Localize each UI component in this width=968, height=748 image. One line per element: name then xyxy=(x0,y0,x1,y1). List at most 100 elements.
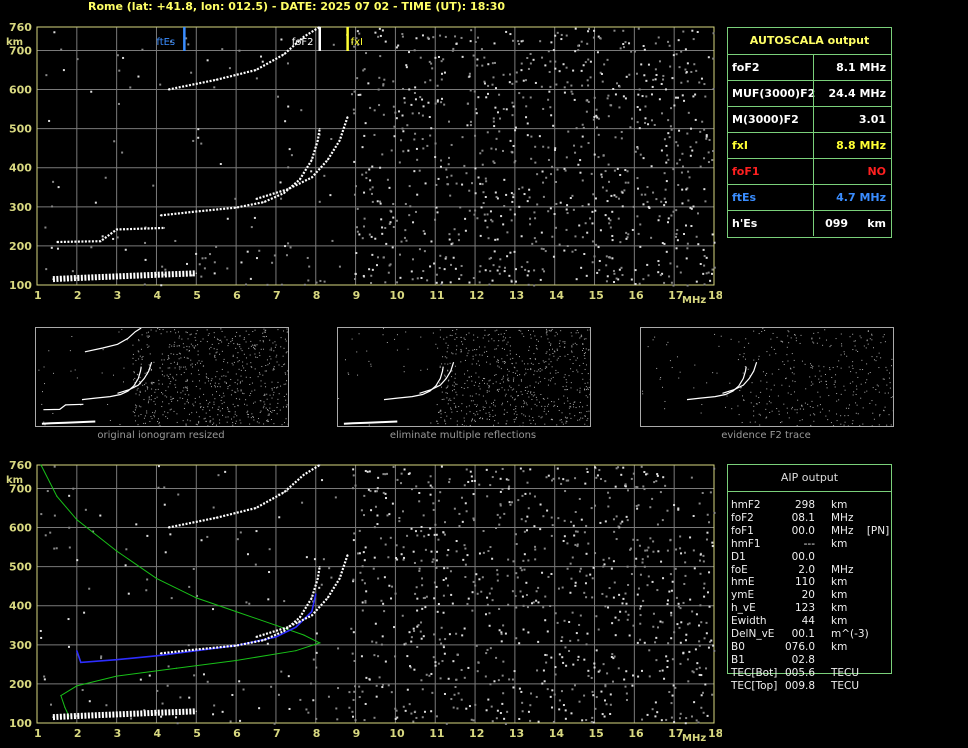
noise-dot xyxy=(478,281,481,284)
y-tick-label: 400 xyxy=(9,600,32,613)
aip-param-name: ymE xyxy=(731,589,755,602)
thumb-noise xyxy=(237,352,239,354)
thumb-noise xyxy=(486,391,488,393)
noise-dot xyxy=(645,473,648,476)
aip-param-unit: km xyxy=(831,589,848,602)
thumb-noise xyxy=(474,349,476,351)
thumb-noise xyxy=(168,377,170,379)
thumb-noise xyxy=(530,422,532,424)
autoscala-label: ftEs xyxy=(732,191,757,204)
noise-dot xyxy=(472,719,475,722)
noise-dot xyxy=(254,563,257,566)
noise-dot xyxy=(474,167,477,170)
thumb-noise xyxy=(451,390,453,392)
thumb-noise xyxy=(513,421,515,423)
thumb-noise xyxy=(504,348,506,350)
noise-dot xyxy=(612,596,615,599)
thumb-noise xyxy=(347,372,349,374)
noise-dot xyxy=(179,696,182,699)
thumb-noise xyxy=(574,342,576,344)
noise-dot xyxy=(574,151,577,154)
noise-dot xyxy=(644,105,647,108)
noise-dot xyxy=(615,467,618,470)
thumb-noise xyxy=(274,409,276,411)
noise-dot xyxy=(381,29,384,32)
noise-dot xyxy=(426,36,429,39)
noise-dot xyxy=(614,93,617,96)
noise-dot xyxy=(600,173,603,176)
thumb-noise xyxy=(468,405,470,407)
noise-dot xyxy=(464,575,467,578)
noise-dot xyxy=(433,533,436,536)
thumb-noise xyxy=(219,353,221,355)
thumb-noise xyxy=(192,380,194,382)
thumb-noise xyxy=(818,378,820,380)
noise-dot xyxy=(619,173,622,176)
thumb-noise xyxy=(811,337,813,339)
thumb-noise xyxy=(819,381,821,383)
noise-dot xyxy=(402,705,405,708)
thumb-noise xyxy=(465,334,467,336)
data-point xyxy=(195,210,197,213)
noise-dot xyxy=(675,247,678,250)
noise-dot xyxy=(382,602,385,605)
noise-dot xyxy=(574,543,577,546)
noise-dot xyxy=(501,488,504,491)
aip-param-name: D1 xyxy=(731,550,746,563)
noise-dot xyxy=(496,513,499,516)
noise-dot xyxy=(595,649,598,652)
thumb-noise xyxy=(173,344,175,346)
noise-dot xyxy=(530,692,533,695)
noise-dot xyxy=(690,70,693,73)
thumb-noise xyxy=(74,369,76,371)
thumb-noise xyxy=(495,381,497,383)
thumb-noise xyxy=(471,380,473,382)
noise-dot xyxy=(706,714,709,717)
noise-dot xyxy=(688,650,691,653)
noise-dot xyxy=(542,669,545,672)
thumb-noise xyxy=(741,421,743,423)
noise-dot xyxy=(592,193,595,196)
noise-dot xyxy=(440,72,443,75)
thumb-noise xyxy=(229,411,231,413)
noise-dot xyxy=(639,607,642,610)
noise-dot xyxy=(353,193,356,196)
noise-dot xyxy=(705,256,708,259)
thumb-noise xyxy=(262,332,264,334)
data-point xyxy=(287,188,289,190)
noise-dot xyxy=(572,69,575,72)
noise-dot xyxy=(477,96,480,99)
thumb-noise xyxy=(441,398,443,400)
noise-dot xyxy=(517,499,520,502)
noise-dot xyxy=(618,593,621,596)
thumb-noise xyxy=(452,329,454,331)
noise-dot xyxy=(591,577,594,580)
thumb-noise xyxy=(545,328,547,330)
noise-dot xyxy=(370,235,373,238)
noise-dot xyxy=(510,150,513,153)
noise-dot xyxy=(605,255,608,258)
thumb-noise xyxy=(206,399,208,401)
noise-dot xyxy=(617,619,620,622)
thumb-noise xyxy=(138,358,140,360)
noise-dot xyxy=(448,120,451,123)
noise-dot xyxy=(565,228,568,231)
data-point xyxy=(299,178,301,181)
noise-dot xyxy=(666,549,669,552)
thumb-noise xyxy=(793,373,795,375)
thumb-noise xyxy=(499,382,501,384)
noise-dot xyxy=(605,189,608,192)
thumb-noise xyxy=(775,353,777,355)
thumb-noise xyxy=(456,329,458,331)
thumb-noise xyxy=(579,401,581,403)
x-tick-label: 14 xyxy=(549,289,565,302)
thumb-noise xyxy=(504,389,506,391)
thumb-noise xyxy=(521,413,523,415)
thumb-noise xyxy=(135,420,137,422)
noise-dot xyxy=(485,180,488,183)
thumb-noise xyxy=(482,395,484,397)
noise-dot xyxy=(393,626,396,629)
noise-dot xyxy=(659,620,662,623)
thumb-noise xyxy=(158,421,160,423)
noise-dot xyxy=(443,103,446,106)
